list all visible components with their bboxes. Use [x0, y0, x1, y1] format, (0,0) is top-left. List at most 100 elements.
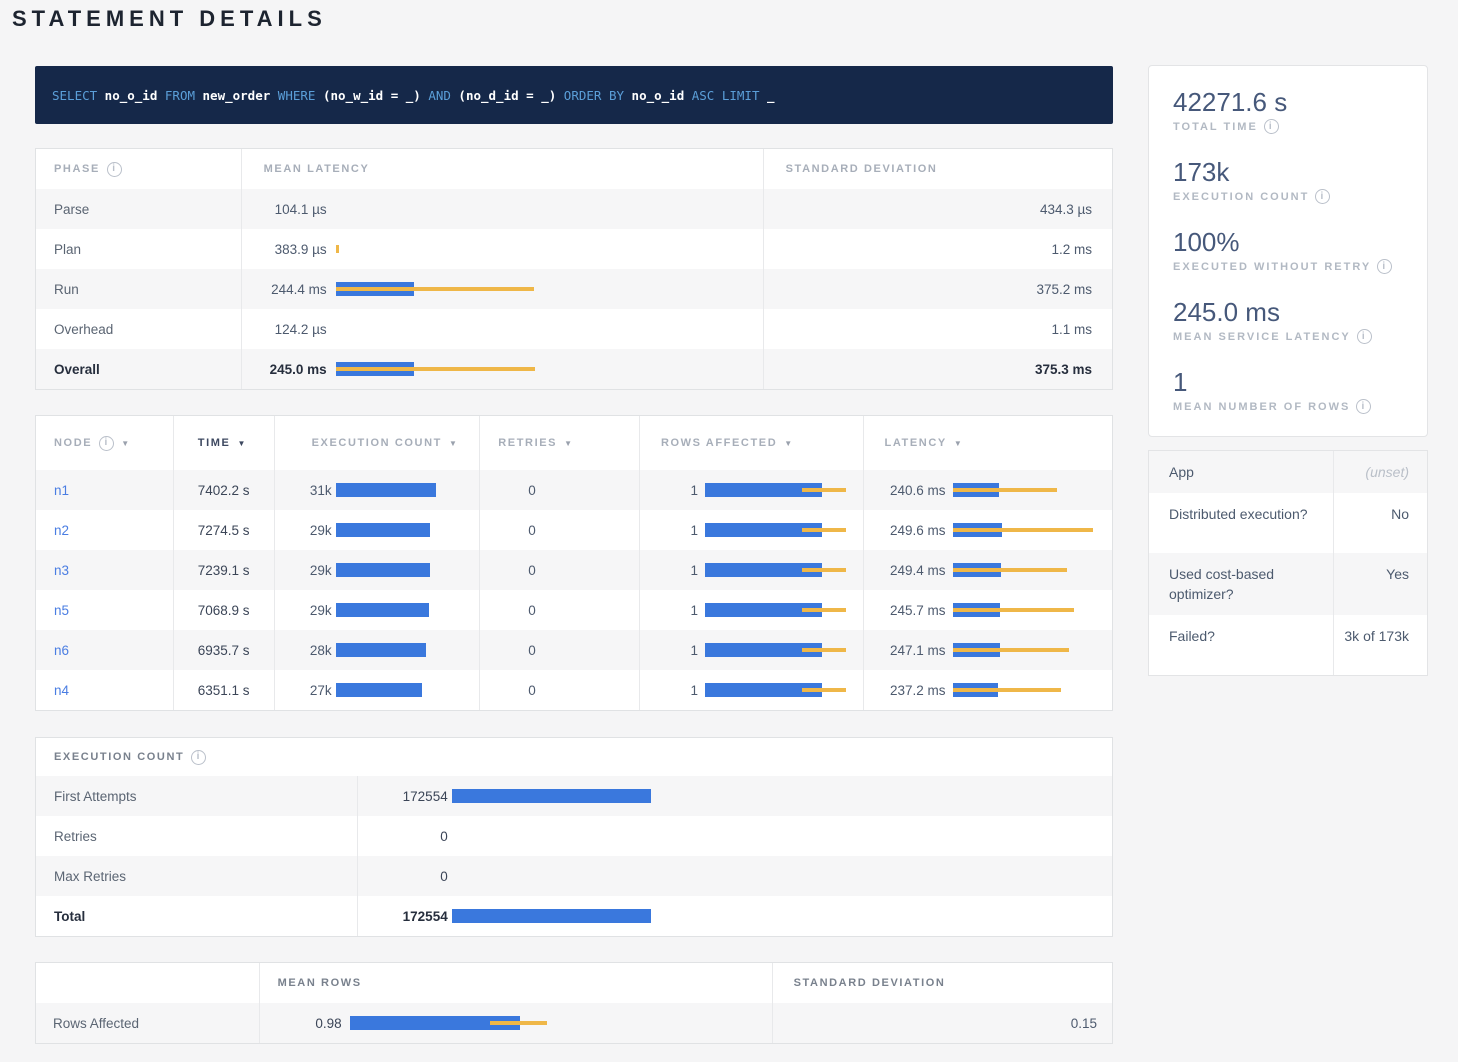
time-value: 7402.2 s [173, 470, 274, 510]
info-icon[interactable]: i [1315, 189, 1330, 204]
count-bar [452, 909, 1112, 923]
sort-desc-icon[interactable]: ▼ [564, 439, 574, 448]
page-title: STATEMENT DETAILS [12, 6, 327, 32]
stat-label: MEAN NUMBER OF ROWSi [1173, 399, 1403, 414]
stat-label: EXECUTED WITHOUT RETRYi [1173, 259, 1403, 274]
statement-attributes-panel: App (unset) Distributed execution? No Us… [1148, 450, 1428, 676]
sql-keyword: AND [428, 88, 451, 103]
stddev-bar [802, 648, 846, 652]
info-icon[interactable]: i [191, 750, 206, 765]
count-bar [452, 789, 1112, 803]
latency-bar [953, 643, 1113, 657]
node-link[interactable]: n1 [54, 483, 69, 498]
phase-row-plan: Plan 383.9 µs 1.2 ms [36, 229, 1112, 269]
execution-count-value: 31k [275, 483, 332, 498]
detail-row-app: App (unset) [1149, 451, 1427, 493]
sql-statement-box: SELECT no_o_id FROM new_order WHERE (no_… [35, 66, 1113, 124]
mean-latency-value: 124.2 µs [242, 322, 327, 337]
latency-value: 240.6 ms [864, 483, 946, 498]
latency-bar [336, 322, 763, 336]
rows-affected-bar [705, 683, 863, 697]
stat-label: MEAN SERVICE LATENCYi [1173, 329, 1403, 344]
node-link[interactable]: n3 [54, 563, 69, 578]
execution-count-bar [336, 603, 480, 617]
count-value: 172554 [358, 789, 448, 804]
rows-affected-bar [705, 643, 863, 657]
retries-value: 0 [479, 630, 639, 670]
node-table-header: NODEi▼ TIME▼ EXECUTION COUNT▼ RETRIES▼ R… [36, 416, 1112, 470]
info-icon[interactable]: i [107, 162, 122, 177]
execution-count-bar [336, 563, 480, 577]
sql-keyword: ASC LIMIT [692, 88, 760, 103]
empty-column-header [36, 963, 259, 1003]
rows-affected-table-header: MEAN ROWS STANDARD DEVIATION [36, 963, 1112, 1003]
rows-affected-column-header[interactable]: ROWS AFFECTED▼ [639, 416, 863, 470]
sort-desc-icon[interactable]: ▼ [121, 439, 131, 448]
mean-rows-column-header: MEAN ROWS [259, 963, 772, 1003]
mean-latency-value: 244.4 ms [242, 282, 327, 297]
mean-rows-bar [350, 1016, 772, 1030]
stddev-bar [953, 568, 1067, 572]
stddev-bar [953, 528, 1093, 532]
sort-desc-icon[interactable]: ▼ [784, 439, 794, 448]
sql-keyword: FROM [165, 88, 195, 103]
retries-column-header[interactable]: RETRIES▼ [479, 416, 639, 470]
retries-value: 0 [479, 590, 639, 630]
stat-execution-count: 173k EXECUTION COUNTi [1173, 156, 1403, 204]
count-value: 0 [358, 869, 448, 884]
latency-bar [953, 603, 1113, 617]
latency-value: 247.1 ms [864, 643, 946, 658]
info-icon[interactable]: i [1264, 119, 1279, 134]
detail-value: 3k of 173k [1333, 615, 1427, 675]
stddev-bar [802, 488, 846, 492]
latency-value: 237.2 ms [864, 683, 946, 698]
stddev-bar [802, 528, 846, 532]
count-value: 0 [358, 829, 448, 844]
sql-identifier: new_order [195, 88, 278, 103]
rows-affected-row: Rows Affected 0.98 0.15 [36, 1003, 1112, 1043]
execution-count-table: EXECUTION COUNTi First Attempts 172554 R… [35, 737, 1113, 937]
info-icon[interactable]: i [1357, 329, 1372, 344]
execution-count-bar [336, 683, 480, 697]
std-dev-value: 375.2 ms [763, 269, 1112, 309]
phase-row-run: Run 244.4 ms 375.2 ms [36, 269, 1112, 309]
info-icon[interactable]: i [99, 436, 114, 451]
rows-affected-value: 1 [640, 563, 698, 578]
sort-desc-icon[interactable]: ▼ [237, 439, 247, 448]
summary-stats-panel: 42271.6 s TOTAL TIMEi 173k EXECUTION COU… [1148, 65, 1428, 437]
node-row: n5 7068.9 s 29k 0 1 245.7 ms [36, 590, 1112, 630]
node-link[interactable]: n5 [54, 603, 69, 618]
execution-count-column-header[interactable]: EXECUTION COUNT▼ [274, 416, 480, 470]
sort-desc-icon[interactable]: ▼ [449, 439, 459, 448]
exec-row-max-retries: Max Retries 0 [36, 856, 1112, 896]
time-value: 7239.1 s [173, 550, 274, 590]
node-link[interactable]: n2 [54, 523, 69, 538]
phase-latency-table: PHASEi MEAN LATENCY STANDARD DEVIATION P… [35, 148, 1113, 390]
latency-column-header[interactable]: LATENCY▼ [863, 416, 1113, 470]
node-stats-table: NODEi▼ TIME▼ EXECUTION COUNT▼ RETRIES▼ R… [35, 415, 1113, 711]
node-link[interactable]: n4 [54, 683, 69, 698]
stat-value: 245.0 ms [1173, 296, 1403, 328]
std-dev-value: 375.3 ms [763, 349, 1112, 389]
retries-value: 0 [479, 470, 639, 510]
node-link[interactable]: n6 [54, 643, 69, 658]
sql-keyword: WHERE [278, 88, 316, 103]
node-column-header[interactable]: NODEi▼ [36, 416, 173, 470]
info-icon[interactable]: i [1356, 399, 1371, 414]
stat-value: 173k [1173, 156, 1403, 188]
sort-desc-icon[interactable]: ▼ [954, 439, 964, 448]
phase-row-parse: Parse 104.1 µs 434.3 µs [36, 189, 1112, 229]
count-bar [452, 869, 1112, 883]
stat-executed-without-retry: 100% EXECUTED WITHOUT RETRYi [1173, 226, 1403, 274]
std-dev-column-header: STANDARD DEVIATION [772, 963, 1112, 1003]
stddev-bar [336, 287, 534, 291]
stat-value: 1 [1173, 366, 1403, 398]
execution-count-bar [336, 483, 480, 497]
std-dev-value: 0.15 [772, 1003, 1112, 1043]
rows-affected-value: 1 [640, 523, 698, 538]
sql-identifier: no_o_id [624, 88, 692, 103]
time-value: 6351.1 s [173, 670, 274, 710]
info-icon[interactable]: i [1377, 259, 1392, 274]
time-value: 7068.9 s [173, 590, 274, 630]
time-column-header[interactable]: TIME▼ [173, 416, 274, 470]
